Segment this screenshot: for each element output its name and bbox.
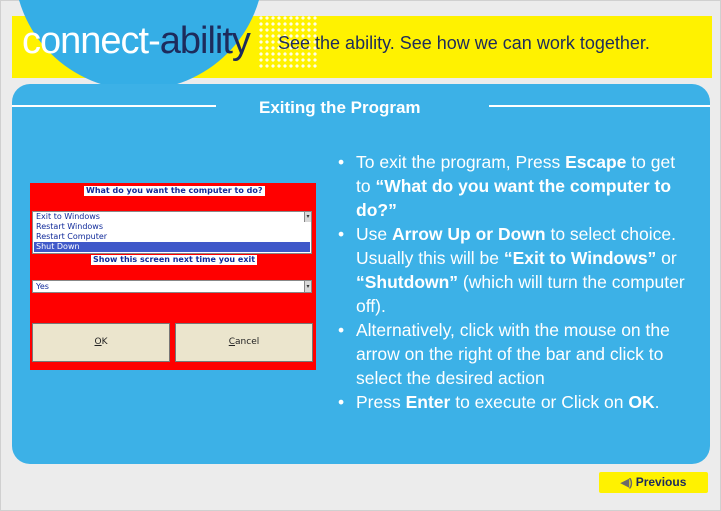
tagline: See the ability. See how we can work tog… <box>278 33 650 53</box>
instruction-item: Press Enter to execute or Click on OK. <box>336 390 688 414</box>
cancel-label: ancel <box>235 337 260 347</box>
show-screen-value: Yes <box>36 282 49 291</box>
show-screen-select[interactable]: Yes ▾ <box>32 280 312 293</box>
cancel-button[interactable]: Cancel <box>175 323 313 362</box>
instruction-item: Use Arrow Up or Down to select choice. U… <box>336 222 688 318</box>
instruction-text: Arrow Up or Down <box>391 224 546 244</box>
instruction-text: “Shutdown” <box>356 272 459 292</box>
instruction-text: Use <box>356 224 392 244</box>
list-scroll-arrow-icon[interactable]: ▾ <box>304 212 311 222</box>
ok-label: K <box>101 337 108 347</box>
select-arrow-icon[interactable]: ▾ <box>304 281 311 292</box>
instruction-text: Escape <box>565 152 627 172</box>
option-restart-windows[interactable]: Restart Windows <box>34 222 106 232</box>
instruction-text: or <box>656 248 677 268</box>
instruction-text: OK <box>628 392 655 412</box>
option-exit-to-windows[interactable]: Exit to Windows <box>34 212 304 222</box>
instruction-item: To exit the program, Press Escape to get… <box>336 150 688 222</box>
instruction-list: To exit the program, Press Escape to get… <box>336 150 688 414</box>
speaker-icon: ◀) <box>620 477 633 489</box>
option-restart-computer[interactable]: Restart Computer <box>34 232 110 242</box>
logo-connect: connect- <box>22 20 161 62</box>
option-shut-down[interactable]: Shut Down <box>34 242 310 252</box>
instruction-text: “Exit to Windows” <box>503 248 657 268</box>
instruction-text: “What do you want the computer to do?” <box>356 176 672 220</box>
previous-button[interactable]: ◀) Previous <box>599 472 708 493</box>
instruction-text: Enter <box>405 392 451 412</box>
instruction-text: To exit the program, Press <box>356 152 566 172</box>
show-screen-label: Show this screen next time you exit <box>91 255 258 265</box>
ok-accel: O <box>94 337 102 347</box>
title-rule-right <box>489 105 710 107</box>
slide-title: Exiting the Program <box>259 98 421 117</box>
instruction-text: to execute or Click on <box>450 392 629 412</box>
exit-options-list[interactable]: Exit to Windows ▾ Restart Windows Restar… <box>32 211 312 254</box>
ok-button[interactable]: OK <box>32 323 170 362</box>
logo: connect-ability <box>22 20 251 63</box>
title-rule-left <box>12 105 216 107</box>
logo-ability: ability <box>159 20 251 62</box>
previous-label: Previous <box>635 475 687 489</box>
instruction-item: Alternatively, click with the mouse on t… <box>336 318 688 390</box>
instruction-text: Press <box>356 392 406 412</box>
instruction-text: . <box>654 392 660 412</box>
dialog-question: What do you want the computer to do? <box>84 186 265 196</box>
instruction-text: Alternatively, click with the mouse on t… <box>356 320 670 388</box>
